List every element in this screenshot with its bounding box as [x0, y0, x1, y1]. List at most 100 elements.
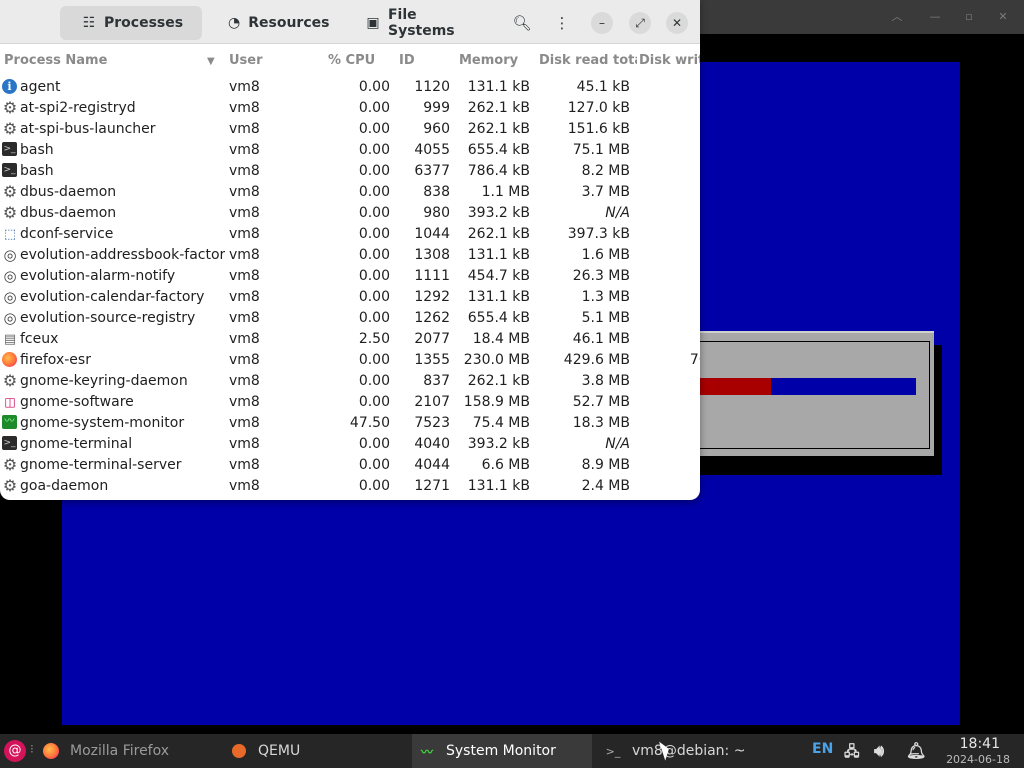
column-id[interactable]: ID	[399, 53, 415, 68]
task-label: System Monitor	[446, 743, 556, 759]
process-memory: 131.1 kB	[467, 79, 530, 95]
process-disk-write: 172.	[640, 226, 700, 242]
table-row[interactable]: i agent vm8 0.00 1120 131.1 kB 45.1 kB	[0, 77, 700, 98]
process-cpu: 0.00	[358, 247, 390, 263]
table-row[interactable]: ◫ gnome-software vm8 0.00 2107 158.9 MB 52.7 M…	[0, 392, 700, 413]
process-memory: 230.0 MB	[463, 352, 530, 368]
table-row[interactable]: ▤fceux vm8 2.50 2077 18.4 MB 46.1 MB 86.	[0, 329, 700, 350]
process-cpu: 0.00	[358, 373, 390, 389]
gear-icon: ⚙	[2, 373, 18, 389]
table-row[interactable]: ◎ evolution-calendar-factory vm8 0.00 1292 13…	[0, 287, 700, 308]
process-user: vm8	[229, 331, 260, 347]
process-user: vm8	[229, 226, 260, 242]
qemu-window-edge	[960, 34, 1024, 734]
column-memory[interactable]: Memory	[459, 53, 518, 68]
task-firefox[interactable]: Mozilla Firefox	[36, 734, 216, 768]
table-row[interactable]: ◎ evolution-source-registry vm8 0.00 1262 655…	[0, 308, 700, 329]
process-disk-read: 52.7 MB	[572, 394, 630, 410]
notification-bell-icon[interactable]: 🔔︎	[906, 741, 926, 761]
table-row[interactable]: ⬚ dconf-service vm8 0.00 1044 262.1 kB 397.3 k…	[0, 224, 700, 245]
table-row[interactable]: ⚙ gnome-keyring-daemon vm8 0.00 837 262.1 kB 3…	[0, 371, 700, 392]
menu-button[interactable]: ⋮	[550, 11, 574, 35]
process-memory: 6.6 MB	[481, 457, 530, 473]
process-disk-read: 1.6 MB	[581, 247, 630, 263]
column-disk-write[interactable]: Disk writ	[639, 53, 700, 68]
task-terminal[interactable]: >_ vm8@debian: ~	[598, 734, 788, 768]
dconf-icon: ⬚	[3, 226, 17, 242]
table-row[interactable]: ⚙ goa-daemon vm8 0.00 1271 131.1 kB 2.4 MB	[0, 476, 700, 497]
process-memory: 655.4 kB	[467, 310, 530, 326]
table-row[interactable]: ◎ evolution-alarm-notify vm8 0.00 1111 454.7 …	[0, 266, 700, 287]
evolution-icon: ◎	[3, 247, 17, 263]
table-row[interactable]: >_ gnome-terminal vm8 0.00 4040 393.2 kB N/A	[0, 434, 700, 455]
column-process-name[interactable]: Process Name	[4, 53, 107, 68]
process-id: 4044	[414, 457, 450, 473]
minimize-button[interactable]: –	[591, 12, 613, 34]
process-name: gnome-keyring-daemon	[20, 373, 188, 389]
process-name: fceux	[20, 331, 59, 347]
process-user: vm8	[229, 163, 260, 179]
column-headers: Process Name ▼ User % CPU ID Memory Disk…	[0, 48, 700, 74]
clock-time[interactable]: 18:41	[960, 736, 1000, 752]
tab-file-systems[interactable]: ▣ File Systems	[354, 6, 500, 40]
task-qemu[interactable]: QEMU	[224, 734, 404, 768]
minimize-icon[interactable]: —	[926, 8, 944, 26]
evolution-icon: ◎	[3, 289, 17, 305]
process-id: 1355	[414, 352, 450, 368]
gear-icon: ⚙	[2, 184, 18, 200]
table-row[interactable]: ⚙ at-spi2-registryd vm8 0.00 999 262.1 kB 127.…	[0, 98, 700, 119]
table-row[interactable]: ⚙ at-spi-bus-launcher vm8 0.00 960 262.1 kB 15…	[0, 119, 700, 140]
table-row[interactable]: >_bash vm8 0.00 4055 655.4 kB 75.1 MB 2.	[0, 140, 700, 161]
chevron-up-icon[interactable]: ︿	[888, 8, 906, 26]
applications-menu-button[interactable]: @	[4, 740, 26, 762]
table-row[interactable]: ⚙ dbus-daemon vm8 0.00 980 393.2 kB N/A	[0, 203, 700, 224]
column-cpu[interactable]: % CPU	[328, 53, 375, 68]
process-cpu: 0.00	[358, 163, 390, 179]
evolution-icon: ◎	[3, 268, 17, 284]
volume-icon[interactable]: 🔊︎	[874, 741, 884, 761]
close-icon[interactable]: ✕	[994, 8, 1012, 26]
process-memory: 1.1 MB	[481, 184, 530, 200]
sort-descending-icon[interactable]: ▼	[207, 56, 215, 67]
task-system-monitor[interactable]: 〰 System Monitor	[412, 734, 592, 768]
search-button[interactable]: 🔍︎	[510, 11, 534, 35]
table-row[interactable]: >_ bash vm8 0.00 6377 786.4 kB 8.2 MB	[0, 161, 700, 182]
process-disk-write: 14.0	[640, 394, 700, 410]
keyboard-layout-indicator[interactable]: EN	[812, 741, 833, 761]
fceux-icon: ▤	[3, 331, 17, 347]
firefox-icon	[42, 742, 60, 760]
maximize-button[interactable]: ⤢	[629, 12, 651, 34]
tab-resources[interactable]: ◔ Resources	[216, 6, 340, 40]
gear-icon: ⚙	[2, 457, 18, 473]
process-memory: 454.7 kB	[467, 268, 530, 284]
maximize-icon[interactable]: ▫	[960, 8, 978, 26]
minimize-icon: –	[599, 16, 605, 30]
column-user[interactable]: User	[229, 53, 263, 68]
tab-processes[interactable]: ☷ Processes	[60, 6, 202, 40]
process-disk-read: 18.3 MB	[572, 415, 630, 431]
process-name: evolution-source-registry	[20, 310, 196, 326]
process-id: 999	[423, 100, 450, 116]
network-icon[interactable]: 🖧	[844, 741, 860, 761]
gear-icon: ⚙	[2, 478, 18, 494]
table-row[interactable]: ◎ evolution-addressbook-factory vm8 0.00 130…	[0, 245, 700, 266]
table-row[interactable]: 〰 gnome-system-monitor vm8 47.50 7523 75.4 MB…	[0, 413, 700, 434]
table-row[interactable]: ⚙ gnome-terminal-server vm8 0.00 4044 6.6 MB 8…	[0, 455, 700, 476]
column-disk-read[interactable]: Disk read tota	[539, 53, 637, 68]
clock-date[interactable]: 2024-06-18	[946, 753, 1010, 766]
close-button[interactable]: ✕	[666, 12, 688, 34]
process-name: firefox-esr	[20, 352, 91, 368]
process-cpu: 0.00	[358, 478, 390, 494]
process-disk-write: 700.8	[689, 352, 700, 368]
process-id: 7523	[414, 415, 450, 431]
table-row[interactable]: firefox-esr vm8 0.00 1355 230.0 MB 429.6 MB 70…	[0, 350, 700, 371]
table-row[interactable]: ⚙ dbus-daemon vm8 0.00 838 1.1 MB 3.7 MB	[0, 182, 700, 203]
process-disk-read: 45.1 kB	[576, 79, 630, 95]
gear-icon: ⚙	[2, 100, 18, 116]
process-disk-read: 151.6 kB	[567, 121, 630, 137]
process-user: vm8	[229, 394, 260, 410]
process-disk-read: N/A	[605, 436, 630, 452]
process-disk-write: 16.	[640, 373, 700, 389]
process-id: 1262	[414, 310, 450, 326]
process-id: 980	[423, 205, 450, 221]
